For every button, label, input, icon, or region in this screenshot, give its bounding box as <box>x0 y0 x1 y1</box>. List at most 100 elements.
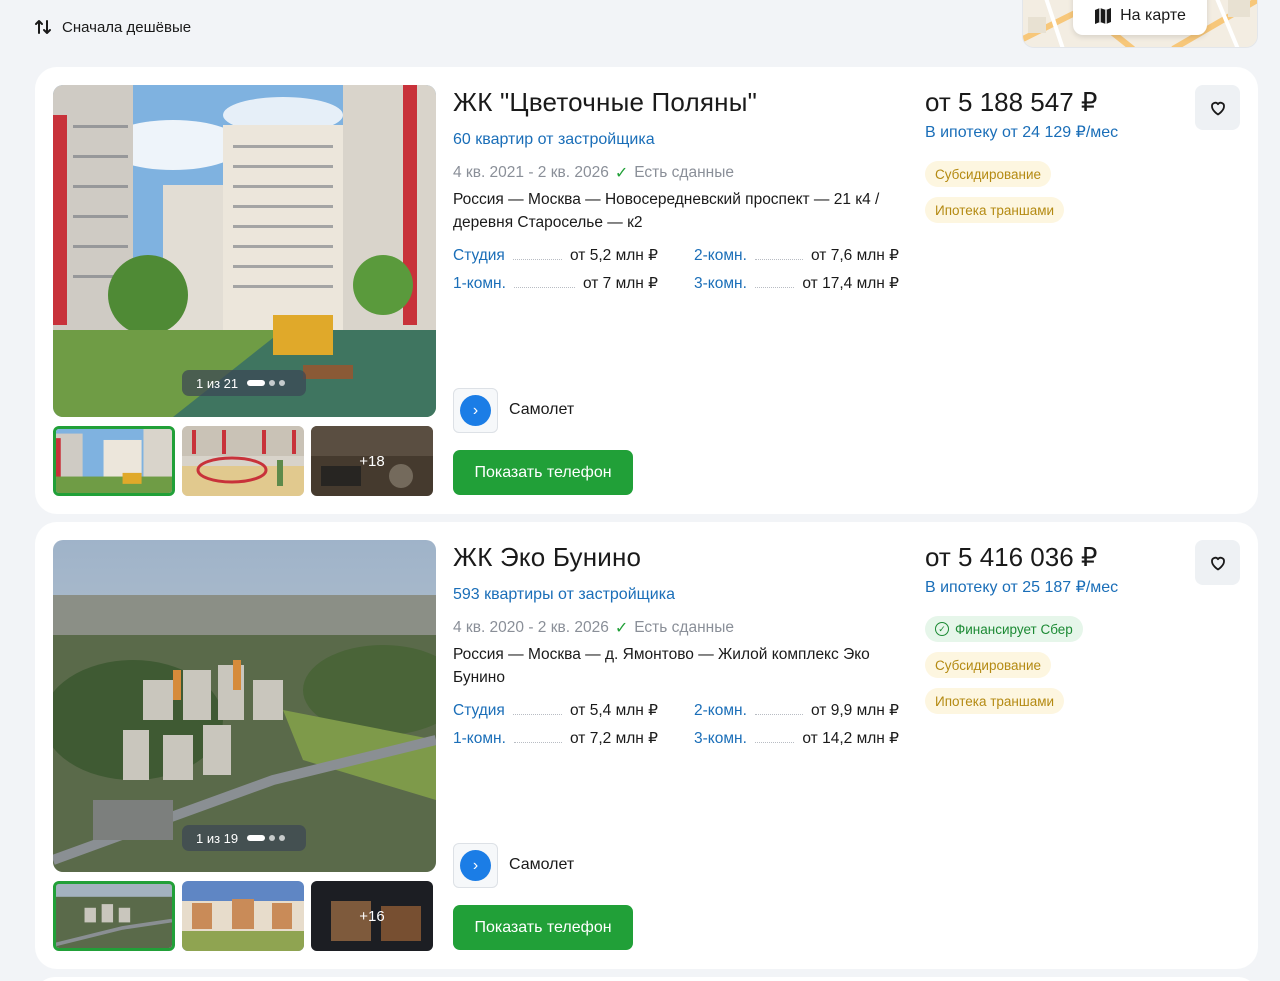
listing-photo[interactable]: 1 из 19 <box>53 540 436 872</box>
room-price: от 5,2 млн ₽ <box>570 247 658 264</box>
heart-icon <box>1210 101 1225 115</box>
room-type[interactable]: 1-комн. <box>453 730 506 748</box>
dotted-leader <box>754 252 804 260</box>
check-icon: ✓ <box>614 165 629 182</box>
room-type[interactable]: 3-комн. <box>694 730 747 748</box>
listing-card[interactable]: 1 из 19 +16 ЖК Эко Бунино 593 квартиры о… <box>35 522 1258 969</box>
dotted-leader <box>512 707 563 715</box>
thumbnail-more[interactable]: +18 <box>311 426 433 496</box>
thumbnail[interactable] <box>53 881 175 951</box>
room-price-row[interactable]: 1-комн. от 7 млн ₽ <box>453 274 658 293</box>
room-price-row[interactable]: Студия от 5,4 млн ₽ <box>453 701 658 720</box>
built-status: Есть сданные <box>634 619 734 636</box>
mortgage-link[interactable]: В ипотеку от 25 187 ₽/мес <box>925 577 1118 597</box>
room-type[interactable]: Студия <box>453 702 505 720</box>
dates-text: 4 кв. 2020 - 2 кв. 2026 <box>453 619 609 636</box>
thumbnail[interactable] <box>182 426 304 496</box>
photo-counter-text: 1 из 19 <box>196 830 239 846</box>
building-photo-image <box>53 85 436 417</box>
favorite-button[interactable] <box>1195 85 1240 130</box>
address: Россия — Москва — Новосередневский просп… <box>453 191 880 231</box>
room-price-row[interactable]: 3-комн. от 14,2 млн ₽ <box>694 729 899 748</box>
tranche-mortgage-badge: Ипотека траншами <box>925 688 1065 714</box>
room-price: от 7 млн ₽ <box>582 275 658 292</box>
room-price-row[interactable]: 1-комн. от 7,2 млн ₽ <box>453 729 658 748</box>
room-type[interactable]: Студия <box>453 247 505 265</box>
construction-dates: 4 кв. 2020 - 2 кв. 2026 ✓ Есть сданные <box>453 618 734 638</box>
dotted-leader <box>754 280 795 288</box>
room-price-row[interactable]: 2-комн. от 9,9 млн ₽ <box>694 701 899 720</box>
room-type[interactable]: 2-комн. <box>694 247 747 265</box>
thumbnail[interactable] <box>53 426 175 496</box>
map-label: На карте <box>1120 7 1186 24</box>
thumbnail-more[interactable]: +16 <box>311 881 433 951</box>
carousel-dot-active <box>247 380 266 386</box>
listing-title[interactable]: ЖК "Цветочные Поляны" <box>453 87 757 118</box>
tranche-mortgage-badge: Ипотека траншами <box>925 197 1065 223</box>
carousel-dot <box>269 835 276 841</box>
dotted-leader <box>512 252 563 260</box>
developer-name[interactable]: Самолет <box>509 856 574 874</box>
listing-price: от 5 188 547 ₽ <box>925 87 1098 117</box>
favorite-button[interactable] <box>1195 540 1240 585</box>
thumbnail-image <box>182 881 304 951</box>
carousel-dots <box>247 835 286 841</box>
room-type[interactable]: 3-комн. <box>694 275 747 293</box>
chevron-right-icon: › <box>460 850 491 881</box>
dotted-leader <box>513 735 563 743</box>
built-status: Есть сданные <box>634 164 734 181</box>
listing-price: от 5 416 036 ₽ <box>925 542 1098 572</box>
carousel-dot <box>279 380 286 386</box>
room-price: от 14,2 млн ₽ <box>802 730 899 747</box>
thumbnail-image <box>56 429 172 493</box>
flats-link[interactable]: 593 квартиры от застройщика <box>453 586 675 604</box>
more-photos-label: +16 <box>311 881 433 951</box>
room-type[interactable]: 1-комн. <box>453 275 506 293</box>
more-photos-label: +18 <box>311 426 433 496</box>
room-price-row[interactable]: 3-комн. от 17,4 млн ₽ <box>694 274 899 293</box>
show-phone-button[interactable]: Показать телефон <box>453 450 633 495</box>
carousel-dots <box>247 380 286 386</box>
construction-dates: 4 кв. 2021 - 2 кв. 2026 ✓ Есть сданные <box>453 163 734 183</box>
room-type[interactable]: 2-комн. <box>694 702 747 720</box>
sort-label: Сначала дешёвые <box>62 18 192 36</box>
developer-logo[interactable]: › <box>453 388 498 433</box>
listing-photo[interactable]: 1 из 21 <box>53 85 436 417</box>
aerial-photo-image <box>53 540 436 872</box>
map-icon <box>1095 8 1112 24</box>
carousel-dot <box>279 835 286 841</box>
room-price-row[interactable]: Студия от 5,2 млн ₽ <box>453 246 658 265</box>
room-price: от 5,4 млн ₽ <box>570 702 658 719</box>
dotted-leader <box>513 280 575 288</box>
sort-button[interactable]: Сначала дешёвые <box>34 14 191 40</box>
room-price: от 17,4 млн ₽ <box>802 275 899 292</box>
listing-title[interactable]: ЖК Эко Бунино <box>453 542 641 573</box>
chevron-right-icon: › <box>460 395 491 426</box>
photo-counter: 1 из 21 <box>182 370 306 396</box>
photo-thumbnails: +18 <box>53 426 436 498</box>
sort-arrows-icon <box>35 20 51 34</box>
map-preview[interactable]: На карте <box>1022 0 1258 48</box>
heart-icon <box>1210 556 1225 570</box>
room-price: от 7,2 млн ₽ <box>570 730 658 747</box>
map-button[interactable]: На карте <box>1073 0 1207 35</box>
show-phone-button[interactable]: Показать телефон <box>453 905 633 950</box>
sber-financing-text: Финансирует Сбер <box>955 621 1073 637</box>
address: Россия — Москва — д. Ямонтово — Жилой ко… <box>453 646 870 686</box>
room-price-row[interactable]: 2-комн. от 7,6 млн ₽ <box>694 246 899 265</box>
next-listing-card-edge <box>35 977 1258 981</box>
developer-logo[interactable]: › <box>453 843 498 888</box>
thumbnail-image <box>182 426 304 496</box>
dotted-leader <box>754 707 804 715</box>
thumbnail[interactable] <box>182 881 304 951</box>
mortgage-link[interactable]: В ипотеку от 24 129 ₽/мес <box>925 122 1118 142</box>
flats-link[interactable]: 60 квартир от застройщика <box>453 131 655 149</box>
photo-counter: 1 из 19 <box>182 825 306 851</box>
subsidy-badge: Субсидирование <box>925 161 1051 187</box>
check-icon: ✓ <box>614 620 629 637</box>
photo-thumbnails: +16 <box>53 881 436 953</box>
subsidy-badge: Субсидирование <box>925 652 1051 678</box>
developer-name[interactable]: Самолет <box>509 401 574 419</box>
listing-card[interactable]: 1 из 21 +18 ЖК "Цветочные Поляны" 60 ква… <box>35 67 1258 514</box>
dates-text: 4 кв. 2021 - 2 кв. 2026 <box>453 164 609 181</box>
